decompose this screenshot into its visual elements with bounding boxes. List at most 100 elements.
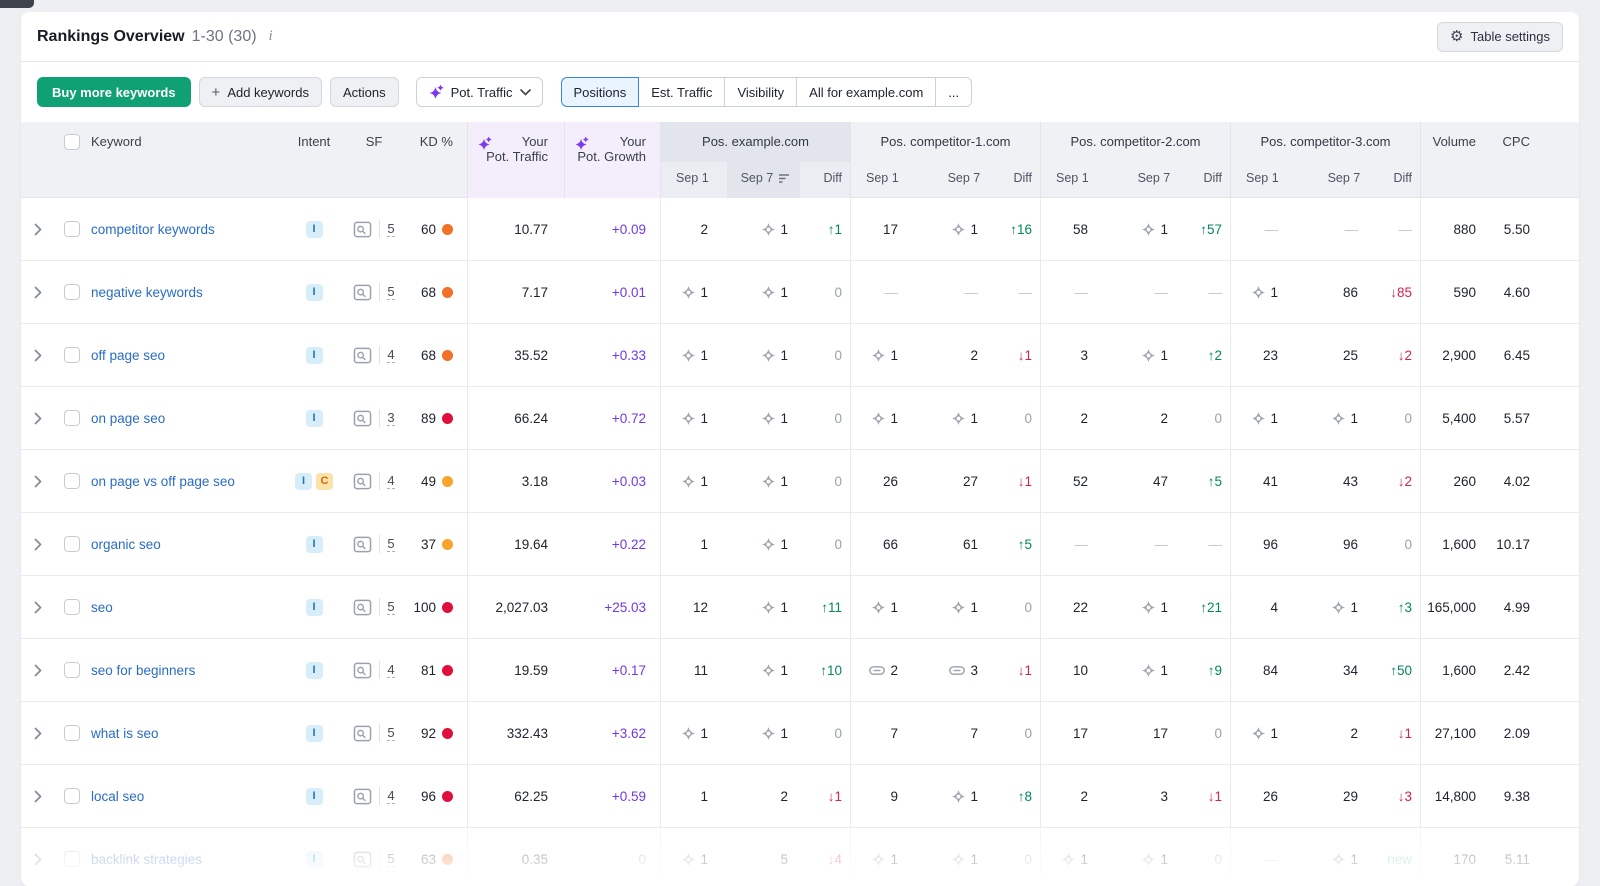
row-checkbox[interactable]: [64, 284, 80, 300]
sf-count[interactable]: 4: [387, 473, 394, 489]
pos-group-competitor-1-sub-sep7[interactable]: Sep 7: [917, 162, 991, 198]
sf-count[interactable]: 5: [387, 599, 394, 615]
pos-group-competitor-3-sub-sep7[interactable]: Sep 7: [1297, 162, 1371, 198]
sf-count[interactable]: 5: [387, 851, 394, 867]
row-expander[interactable]: [34, 222, 42, 237]
row-checkbox[interactable]: [64, 788, 80, 804]
row-expander[interactable]: [34, 789, 42, 804]
cpc-value: 5.50: [1504, 222, 1530, 237]
pos-group-example-sub-sep1[interactable]: Sep 1: [661, 162, 727, 198]
view-tab-est-traffic[interactable]: Est. Traffic: [638, 77, 725, 107]
subcolumn-label: Diff: [823, 171, 842, 185]
pot-growth-cell: +0.17: [564, 639, 660, 702]
keyword-link[interactable]: negative keywords: [87, 285, 203, 300]
diff-cell-example: 0: [800, 261, 850, 324]
row-expander[interactable]: [34, 537, 42, 552]
intent-cell: I: [283, 828, 345, 886]
pos-cell-example: 1: [660, 324, 726, 387]
checkbox-cell: [57, 513, 87, 576]
keyword-link[interactable]: off page seo: [87, 348, 165, 363]
pos-group-competitor-2-sub-sep1[interactable]: Sep 1: [1041, 162, 1107, 198]
sf-count[interactable]: 5: [387, 221, 394, 237]
sf-count[interactable]: 3: [387, 410, 394, 426]
diff-cell-example: 0: [800, 513, 850, 576]
pos-group-competitor-2-sub-diff[interactable]: Diff: [1180, 162, 1230, 198]
metric-dropdown[interactable]: Pot. Traffic: [416, 77, 543, 107]
pos-group-example-sub-diff[interactable]: Diff: [800, 162, 850, 198]
pos-group-example-sub-sep7[interactable]: Sep 7: [727, 162, 801, 198]
row-checkbox[interactable]: [64, 410, 80, 426]
sf-count[interactable]: 4: [387, 347, 394, 363]
cpc-value: 4.99: [1504, 600, 1530, 615]
pos-group-competitor-2-title[interactable]: Pos. competitor-2.com: [1041, 122, 1230, 162]
pos-value: 1: [700, 726, 708, 741]
actions-button[interactable]: Actions: [330, 77, 399, 107]
view-tab-all-for-example-com[interactable]: All for example.com: [796, 77, 936, 107]
row-expander[interactable]: [34, 726, 42, 741]
keyword-link[interactable]: backlink strategies: [87, 852, 202, 867]
row-expander[interactable]: [34, 852, 42, 867]
row-checkbox[interactable]: [64, 725, 80, 741]
subcolumn-label: Sep 7: [948, 171, 981, 185]
diff-value: 0: [1024, 852, 1032, 867]
pot-growth-cell: +0.72: [564, 387, 660, 450]
info-icon[interactable]: i: [267, 28, 275, 45]
select-all-checkbox[interactable]: [64, 134, 80, 150]
keyword-link[interactable]: local seo: [87, 789, 144, 804]
diff-value: 0: [1024, 411, 1032, 426]
sf-count[interactable]: 5: [387, 284, 394, 300]
pos-cell-competitor-2: —: [1040, 513, 1106, 576]
view-tab-visibility[interactable]: Visibility: [724, 77, 797, 107]
sf-count[interactable]: 4: [387, 788, 394, 804]
kd-cell: 96: [403, 765, 467, 828]
serp-feature-position-icon: [1141, 222, 1156, 237]
row-checkbox[interactable]: [64, 662, 80, 678]
pos-empty: —: [1155, 285, 1169, 300]
diff-cell-example: ↑10: [800, 639, 850, 702]
keyword-link[interactable]: on page vs off page seo: [87, 474, 235, 489]
serp-feature-position-icon: [681, 726, 696, 741]
table-settings-label: Table settings: [1471, 29, 1551, 44]
header-volume: Volume: [1420, 122, 1484, 198]
sf-count[interactable]: 5: [387, 725, 394, 741]
diff-cell-example: 0: [800, 702, 850, 765]
keyword-link[interactable]: seo: [87, 600, 113, 615]
row-checkbox[interactable]: [64, 536, 80, 552]
table-settings-button[interactable]: ⚙ Table settings: [1437, 22, 1563, 52]
subcolumn-label: Sep 7: [1138, 171, 1171, 185]
pos-group-competitor-3-sub-diff[interactable]: Diff: [1370, 162, 1420, 198]
row-checkbox[interactable]: [64, 347, 80, 363]
row-checkbox[interactable]: [64, 599, 80, 615]
row-expander[interactable]: [34, 285, 42, 300]
table-row: on page seoI38966.24+0.721101102201105,4…: [21, 387, 1579, 450]
pos-group-competitor-3-sub-sep1[interactable]: Sep 1: [1231, 162, 1297, 198]
pos-cell-competitor-3: 96: [1296, 513, 1370, 576]
pos-group-competitor-1-title[interactable]: Pos. competitor-1.com: [851, 122, 1040, 162]
pos-group-competitor-3-title[interactable]: Pos. competitor-3.com: [1231, 122, 1420, 162]
pos-group-competitor-1-sub-sep1[interactable]: Sep 1: [851, 162, 917, 198]
buy-more-keywords-button[interactable]: Buy more keywords: [37, 77, 191, 107]
row-expander[interactable]: [34, 663, 42, 678]
row-checkbox[interactable]: [64, 851, 80, 867]
diff-cell-competitor-1: ↑16: [990, 198, 1040, 261]
pos-group-competitor-2-sub-sep7[interactable]: Sep 7: [1107, 162, 1181, 198]
row-expander[interactable]: [34, 474, 42, 489]
row-expander[interactable]: [34, 600, 42, 615]
row-expander[interactable]: [34, 411, 42, 426]
sf-count[interactable]: 4: [387, 662, 394, 678]
row-checkbox[interactable]: [64, 473, 80, 489]
sf-count[interactable]: 5: [387, 536, 394, 552]
view-tab-more[interactable]: ...: [935, 77, 972, 107]
pos-group-competitor-1-sub-diff[interactable]: Diff: [990, 162, 1040, 198]
keyword-link[interactable]: seo for beginners: [87, 663, 195, 678]
row-expander[interactable]: [34, 348, 42, 363]
keyword-link[interactable]: on page seo: [87, 411, 165, 426]
add-keywords-button[interactable]: + Add keywords: [199, 77, 322, 107]
keyword-link[interactable]: competitor keywords: [87, 222, 215, 237]
view-tab-positions[interactable]: Positions: [561, 77, 640, 107]
row-checkbox[interactable]: [64, 221, 80, 237]
diff-value: ↑21: [1200, 600, 1222, 615]
intent-cell: I: [283, 387, 345, 450]
keyword-link[interactable]: organic seo: [87, 537, 161, 552]
keyword-link[interactable]: what is seo: [87, 726, 159, 741]
